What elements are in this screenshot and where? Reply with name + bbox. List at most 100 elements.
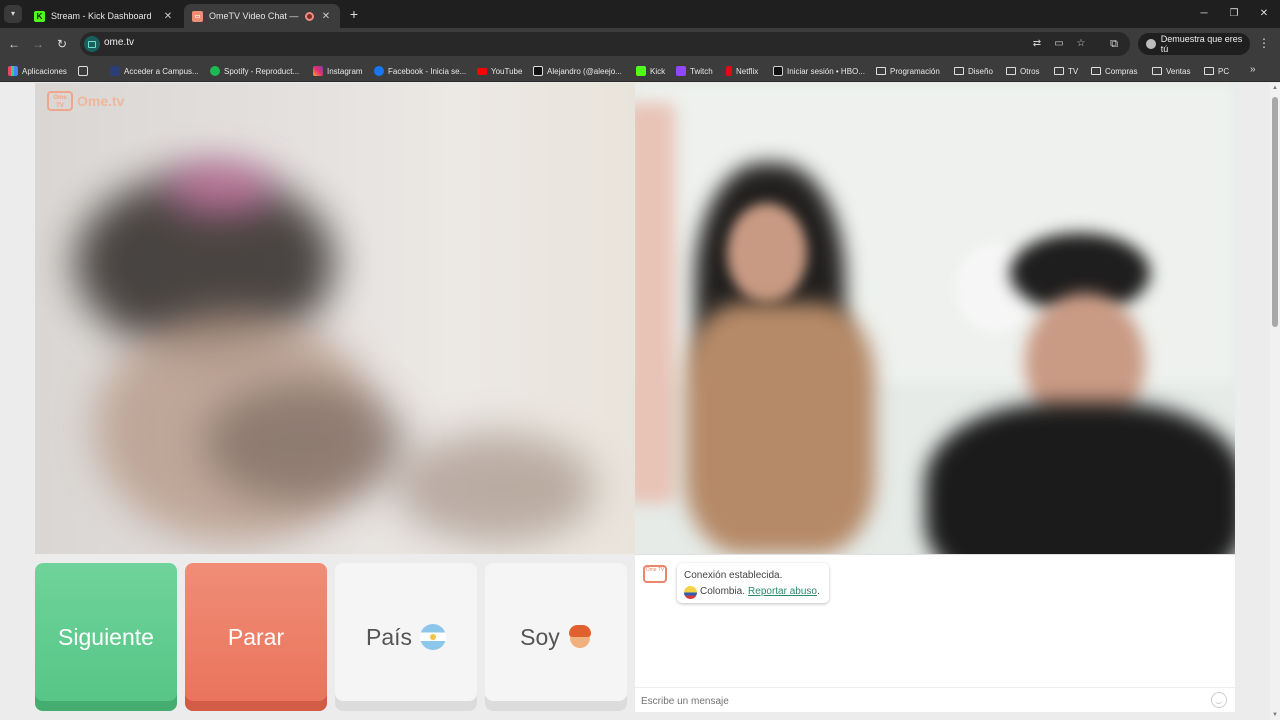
video-blur-woman-top — [685, 303, 875, 554]
bookmark-kick[interactable]: Kick — [636, 65, 665, 77]
new-tab-button[interactable]: + — [346, 6, 362, 22]
profile-label: Demuestra que eres tú — [1160, 34, 1243, 54]
reload-button[interactable]: ↻ — [54, 36, 70, 52]
recording-icon — [305, 11, 314, 21]
hbo-icon — [773, 66, 783, 76]
bookmark-apps[interactable]: Aplicaciones — [8, 65, 67, 77]
bookmark-label: Facebook - Inicia se... — [388, 66, 467, 76]
country-button-label: País — [365, 623, 413, 650]
scrollbar-thumb[interactable] — [1272, 97, 1278, 327]
folder-icon — [1204, 67, 1214, 75]
bookmark-netflix[interactable]: Netflix — [726, 65, 758, 77]
more-bookmarks-icon[interactable]: » — [1250, 64, 1256, 75]
emoji-icon[interactable] — [1211, 692, 1227, 708]
folder-icon — [1006, 67, 1016, 75]
scroll-up-icon[interactable]: ▲ — [1272, 85, 1278, 91]
translate-icon[interactable]: ⇄ — [1030, 37, 1044, 51]
country-button[interactable]: País — [335, 563, 477, 711]
tab-kick-dashboard[interactable]: K Stream - Kick Dashboard ✕ — [26, 4, 182, 28]
gender-button[interactable]: Soy — [485, 563, 627, 711]
extensions-icon[interactable]: ⧉ — [1106, 36, 1122, 52]
gender-button-label: Soy — [520, 623, 560, 650]
close-window-button[interactable]: ✕ — [1248, 0, 1280, 28]
stop-button[interactable]: Parar — [185, 563, 327, 711]
tab-title: OmeTV Video Chat — Ome — [209, 11, 299, 21]
tab-ometv[interactable]: ▭ OmeTV Video Chat — Ome ✕ — [184, 4, 340, 28]
facebook-icon — [374, 66, 384, 76]
video-blur-face-shadow — [205, 383, 405, 503]
browser-menu-icon[interactable]: ⋮ — [1258, 36, 1270, 50]
close-tab-icon[interactable]: ✕ — [320, 11, 332, 22]
bookmark-tiktok[interactable]: Alejandro (@aleejo... — [533, 65, 622, 77]
twitch-icon — [676, 66, 686, 76]
video-blur-background — [395, 433, 595, 543]
page-scrollbar[interactable]: ▲ ▼ — [1270, 83, 1280, 720]
partner-country: Colombia. — [700, 586, 746, 597]
bookmark-instagram[interactable]: Instagram — [313, 65, 363, 77]
bookmark-label: Acceder a Campus... — [124, 66, 199, 76]
bookmark-folder-ventas[interactable]: Ventas — [1152, 65, 1190, 77]
instagram-icon — [313, 66, 323, 76]
netflix-icon — [726, 66, 732, 76]
bookmark-label: Diseño — [968, 66, 993, 76]
profile-button[interactable]: Demuestra que eres tú — [1138, 33, 1250, 55]
bookmark-label: Compras — [1105, 66, 1138, 76]
ometv-logo-icon: Ome TV — [47, 91, 73, 111]
next-button[interactable]: Siguiente — [35, 563, 177, 711]
ometv-logo[interactable]: Ome TV Ome.tv — [47, 91, 124, 111]
bookmark-folder-diseno[interactable]: Diseño — [954, 65, 993, 77]
message-bar — [635, 687, 1235, 712]
system-message: Conexión establecida. Colombia. Reportar… — [677, 563, 829, 603]
bookmark-folder-compras[interactable]: Compras — [1091, 65, 1137, 77]
bookmark-label: Iniciar sesión • HBO... — [787, 66, 865, 76]
report-suffix: . — [816, 586, 820, 597]
bookmark-label: Instagram — [327, 66, 363, 76]
chat-panel: Ome TV Conexión establecida. Colombia. R… — [635, 554, 1235, 712]
tab-search-button[interactable]: ▾ — [4, 5, 22, 23]
video-blur-door — [635, 103, 675, 503]
site-info-icon[interactable] — [84, 36, 100, 52]
folder-icon — [1091, 67, 1101, 75]
bookmark-folder-programacion[interactable]: Programación — [876, 65, 940, 77]
boy-emoji-icon — [568, 624, 592, 650]
bookmark-label: Otros — [1020, 66, 1040, 76]
browser-tab-bar: ▾ K Stream - Kick Dashboard ✕ ▭ OmeTV Vi… — [0, 0, 1280, 28]
ometv-page: Ome TV Ome.tv Siguiente Parar País Soy O… — [0, 83, 1280, 720]
bookmark-label: TV — [1068, 66, 1079, 76]
self-video — [635, 83, 1235, 554]
bookmark-label: Ventas — [1166, 66, 1191, 76]
folder-icon — [954, 67, 964, 75]
bookmark-label: Twitch — [690, 66, 713, 76]
bookmark-folder-pc[interactable]: PC — [1204, 65, 1229, 77]
connection-status: Conexión establecida. — [684, 570, 783, 581]
message-input[interactable] — [641, 693, 1201, 709]
cast-icon[interactable]: ▭ — [1052, 37, 1066, 51]
bookmark-label: PC — [1218, 66, 1230, 76]
bookmark-youtube[interactable]: YouTube — [477, 65, 522, 77]
bookmark-hbo[interactable]: Iniciar sesión • HBO... — [773, 65, 865, 77]
ometv-chat-icon: Ome TV — [643, 565, 667, 583]
bookmark-folder-tv[interactable]: TV — [1054, 65, 1078, 77]
bookmark-grid[interactable] — [78, 65, 88, 77]
restore-button[interactable]: ❐ — [1218, 0, 1250, 28]
folder-icon — [1054, 67, 1064, 75]
bookmark-label: Programación — [890, 66, 940, 76]
scroll-down-icon[interactable]: ▼ — [1272, 712, 1278, 718]
bookmark-facebook[interactable]: Facebook - Inicia se... — [374, 65, 466, 77]
youtube-icon — [477, 67, 487, 75]
bookmark-star-icon[interactable]: ☆ — [1074, 37, 1088, 51]
bookmark-label: Alejandro (@aleejo... — [547, 66, 622, 76]
report-abuse-link[interactable]: Reportar abuso — [748, 586, 817, 597]
minimize-button[interactable]: ─ — [1188, 0, 1220, 28]
spotify-icon — [210, 66, 220, 76]
close-tab-icon[interactable]: ✕ — [162, 11, 174, 22]
bookmark-spotify[interactable]: Spotify - Reproduct... — [210, 65, 299, 77]
bookmark-folder-otros[interactable]: Otros — [1006, 65, 1040, 77]
bookmark-campus[interactable]: Acceder a Campus... — [110, 65, 199, 77]
back-button[interactable]: ← — [6, 36, 22, 52]
forward-button[interactable]: → — [30, 36, 46, 52]
bookmark-label: YouTube — [491, 66, 523, 76]
bookmark-label: Kick — [650, 66, 666, 76]
bookmark-twitch[interactable]: Twitch — [676, 65, 713, 77]
address-bar[interactable]: ome.tv ⇄ ▭ ☆ — [80, 32, 1130, 56]
